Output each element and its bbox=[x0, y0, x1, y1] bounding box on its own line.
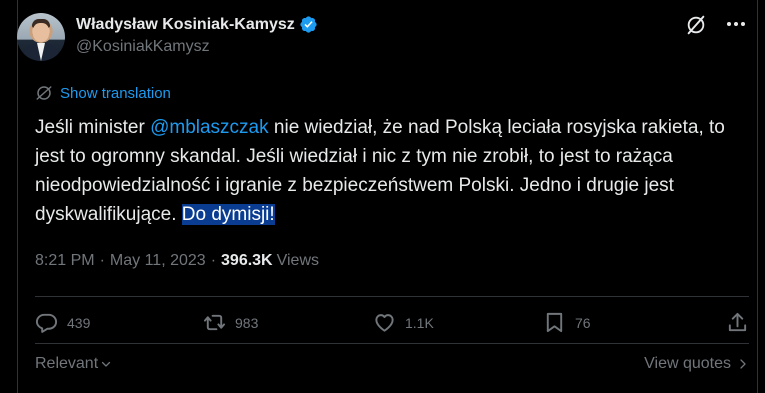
author-handle[interactable]: @KosiniakKamysz bbox=[76, 38, 210, 56]
repost-count: 983 bbox=[235, 314, 259, 331]
view-quotes-label: View quotes bbox=[644, 355, 731, 372]
like-count: 1.1K bbox=[405, 314, 434, 331]
replies-footer: Relevant View quotes bbox=[35, 355, 749, 375]
tweet-header: Władysław Kosiniak-Kamysz @KosiniakKamys… bbox=[17, 10, 749, 66]
bookmark-button[interactable]: 76 bbox=[543, 311, 591, 334]
mention-link[interactable]: @mblaszczak bbox=[150, 117, 269, 138]
author-name-row[interactable]: Władysław Kosiniak-Kamysz bbox=[76, 15, 318, 34]
divider bbox=[35, 296, 749, 297]
tweet-text-start: Jeśli minister bbox=[35, 117, 151, 138]
meta-separator: · bbox=[210, 252, 217, 269]
verified-badge-icon bbox=[300, 16, 317, 33]
author-display-name[interactable]: Władysław Kosiniak-Kamysz bbox=[76, 16, 295, 34]
globe-icon bbox=[36, 86, 52, 100]
action-bar: 439 983 1.1K 76 bbox=[35, 311, 749, 341]
grok-icon[interactable] bbox=[685, 14, 707, 36]
tweet-meta: 8:21 PM · May 11, 2023 · 396.3K Views bbox=[35, 252, 319, 270]
reply-button[interactable]: 439 bbox=[35, 311, 90, 334]
show-translation[interactable]: Show translation bbox=[35, 84, 171, 102]
sort-label: Relevant bbox=[35, 355, 99, 372]
tweet-date[interactable]: May 11, 2023 bbox=[110, 252, 206, 270]
tweet-text-selected: Do dymisji! bbox=[181, 204, 275, 225]
view-quotes-link[interactable]: View quotes bbox=[644, 355, 749, 373]
avatar[interactable] bbox=[17, 13, 65, 61]
like-button[interactable]: 1.1K bbox=[373, 311, 434, 334]
views-label: Views bbox=[276, 252, 319, 269]
repost-icon bbox=[203, 314, 226, 331]
more-icon[interactable] bbox=[727, 22, 749, 28]
tweet-time[interactable]: 8:21 PM bbox=[35, 252, 95, 270]
share-button[interactable] bbox=[726, 311, 749, 334]
chevron-right-icon bbox=[740, 359, 746, 369]
tweet-text: Jeśli minister @mblaszczak nie wiedział,… bbox=[35, 113, 735, 229]
bookmark-count: 76 bbox=[575, 314, 591, 331]
divider bbox=[35, 343, 749, 344]
repost-button[interactable]: 983 bbox=[203, 311, 258, 334]
bookmark-icon bbox=[546, 312, 563, 333]
reply-count: 439 bbox=[67, 314, 91, 331]
share-icon bbox=[728, 312, 747, 332]
show-translation-link[interactable]: Show translation bbox=[60, 85, 171, 102]
views-count: 396.3K bbox=[221, 252, 273, 269]
reply-icon bbox=[35, 313, 58, 333]
chevron-down-icon bbox=[102, 361, 111, 367]
sort-dropdown[interactable]: Relevant bbox=[35, 355, 112, 373]
heart-icon bbox=[375, 314, 394, 332]
meta-separator: · bbox=[99, 252, 105, 269]
